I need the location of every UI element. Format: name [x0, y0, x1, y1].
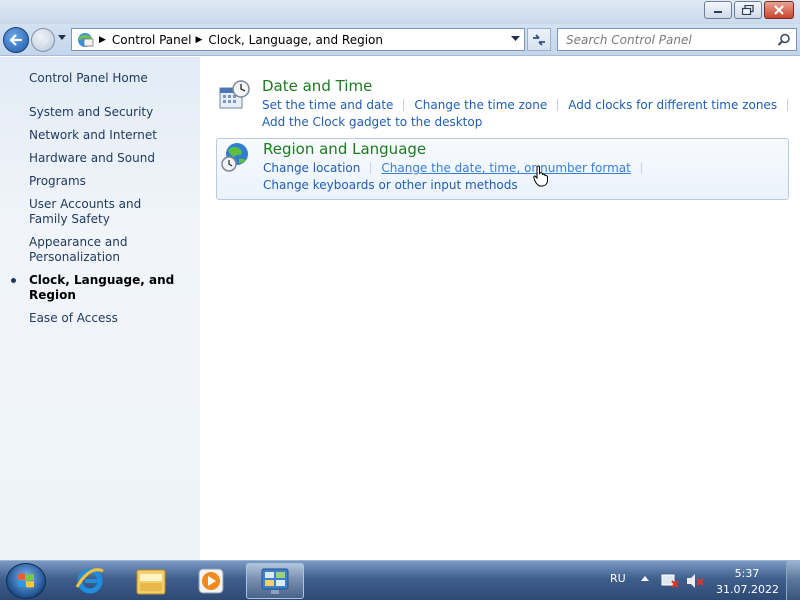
search-input[interactable]	[558, 29, 768, 50]
main-content: Date and Time Set the time and date Chan…	[200, 57, 800, 560]
taskbar-media-player[interactable]	[184, 563, 238, 599]
refresh-button[interactable]	[527, 28, 551, 51]
category-title-date-time[interactable]: Date and Time	[262, 77, 372, 95]
sidebar-item-user-accounts[interactable]: User Accounts and Family Safety	[0, 197, 175, 227]
search-icon[interactable]	[777, 33, 791, 47]
control-panel-icon	[78, 32, 94, 47]
link-separator	[557, 99, 559, 111]
address-dropdown-icon[interactable]	[511, 36, 520, 42]
close-button[interactable]	[764, 1, 794, 19]
maximize-icon	[742, 5, 754, 15]
taskbar-internet-explorer[interactable]	[63, 563, 117, 599]
media-player-icon	[198, 568, 224, 594]
breadcrumb-current[interactable]: Clock, Language, and Region	[208, 33, 383, 47]
minimize-icon	[714, 11, 722, 13]
address-bar[interactable]: ▶ Control Panel ▶ Clock, Language, and R…	[71, 28, 525, 51]
sidebar-home-link[interactable]: Control Panel Home	[29, 71, 148, 85]
close-icon	[774, 5, 784, 15]
breadcrumb-separator-icon: ▶	[99, 34, 106, 45]
sidebar-item-label: Clock, Language, and Region	[29, 273, 175, 302]
internet-explorer-icon	[75, 568, 104, 594]
volume-muted-icon[interactable]	[686, 573, 704, 589]
sidebar-item-appearance[interactable]: Appearance and Personalization	[0, 235, 135, 265]
windows-explorer-icon	[136, 569, 166, 595]
date-time-links-row: Set the time and date Change the time zo…	[262, 98, 798, 112]
taskbar-clock[interactable]: 5:37 31.07.2022	[716, 566, 779, 598]
category-region-language: Region and Language Change location Chan…	[216, 138, 789, 200]
sidebar-item-programs[interactable]: Programs	[0, 174, 200, 189]
sidebar-item-clock-language-region[interactable]: Clock, Language, and Region	[0, 273, 200, 303]
link-add-clock-gadget[interactable]: Add the Clock gadget to the desktop	[262, 115, 482, 129]
region-links-row-2: Change keyboards or other input methods	[263, 178, 518, 192]
taskbar-control-panel[interactable]	[246, 563, 304, 599]
navigation-bar: ▶ Control Panel ▶ Clock, Language, and R…	[0, 24, 800, 56]
link-change-location[interactable]: Change location	[263, 161, 360, 175]
clock-date: 31.07.2022	[716, 583, 779, 596]
link-separator	[370, 162, 372, 174]
breadcrumb-separator-icon: ▶	[195, 34, 203, 45]
sidebar-category-list: System and Security Network and Internet…	[0, 105, 200, 334]
link-change-keyboards[interactable]: Change keyboards or other input methods	[263, 178, 518, 192]
show-desktop-button[interactable]	[786, 561, 800, 600]
hand-cursor-icon	[533, 165, 548, 187]
sidebar-item-system-security[interactable]: System and Security	[0, 105, 200, 120]
start-button[interactable]	[6, 563, 46, 599]
link-change-time-zone[interactable]: Change the time zone	[414, 98, 547, 112]
date-time-links-row-2: Add the Clock gadget to the desktop	[262, 115, 482, 129]
windows-logo-icon	[18, 573, 34, 588]
sidebar-item-hardware-sound[interactable]: Hardware and Sound	[0, 151, 200, 166]
action-center-icon[interactable]	[661, 573, 679, 589]
restore-button[interactable]	[734, 1, 762, 19]
clock-time: 5:37	[734, 567, 760, 580]
link-separator	[403, 99, 405, 111]
forward-button[interactable]	[31, 28, 55, 52]
category-date-time: Date and Time Set the time and date Chan…	[216, 75, 789, 133]
language-indicator[interactable]: RU	[610, 572, 626, 585]
active-bullet-icon	[11, 278, 16, 283]
caption-buttons	[704, 1, 794, 19]
taskbar-windows-explorer[interactable]	[124, 563, 178, 599]
calendar-clock-icon	[219, 80, 250, 109]
forward-arrow-icon	[38, 35, 49, 45]
link-add-clocks[interactable]: Add clocks for different time zones	[568, 98, 777, 112]
sidebar-item-ease-of-access[interactable]: Ease of Access	[0, 311, 200, 326]
window-titlebar	[0, 0, 800, 24]
link-separator	[787, 99, 789, 111]
link-set-time-date[interactable]: Set the time and date	[262, 98, 393, 112]
sidebar: Control Panel Home System and Security N…	[0, 57, 200, 560]
control-panel-icon	[261, 568, 289, 594]
breadcrumb-control-panel[interactable]: Control Panel	[112, 33, 192, 47]
link-change-date-time-number-format[interactable]: Change the date, time, or number format	[381, 161, 630, 175]
back-arrow-icon	[9, 34, 22, 46]
show-hidden-icons-icon[interactable]	[640, 573, 650, 583]
recent-pages-dropdown-icon[interactable]	[58, 35, 66, 41]
link-separator	[640, 162, 642, 174]
refresh-icon	[533, 33, 545, 46]
back-button[interactable]	[3, 27, 29, 53]
category-title-region-language[interactable]: Region and Language	[263, 140, 426, 158]
region-links-row: Change location Change the date, time, o…	[263, 161, 652, 175]
globe-clock-icon	[221, 143, 248, 172]
search-box[interactable]	[557, 28, 797, 51]
taskbar: RU 5:37 31.07.2022	[0, 560, 800, 600]
minimize-button[interactable]	[704, 1, 732, 19]
sidebar-item-network-internet[interactable]: Network and Internet	[0, 128, 200, 143]
